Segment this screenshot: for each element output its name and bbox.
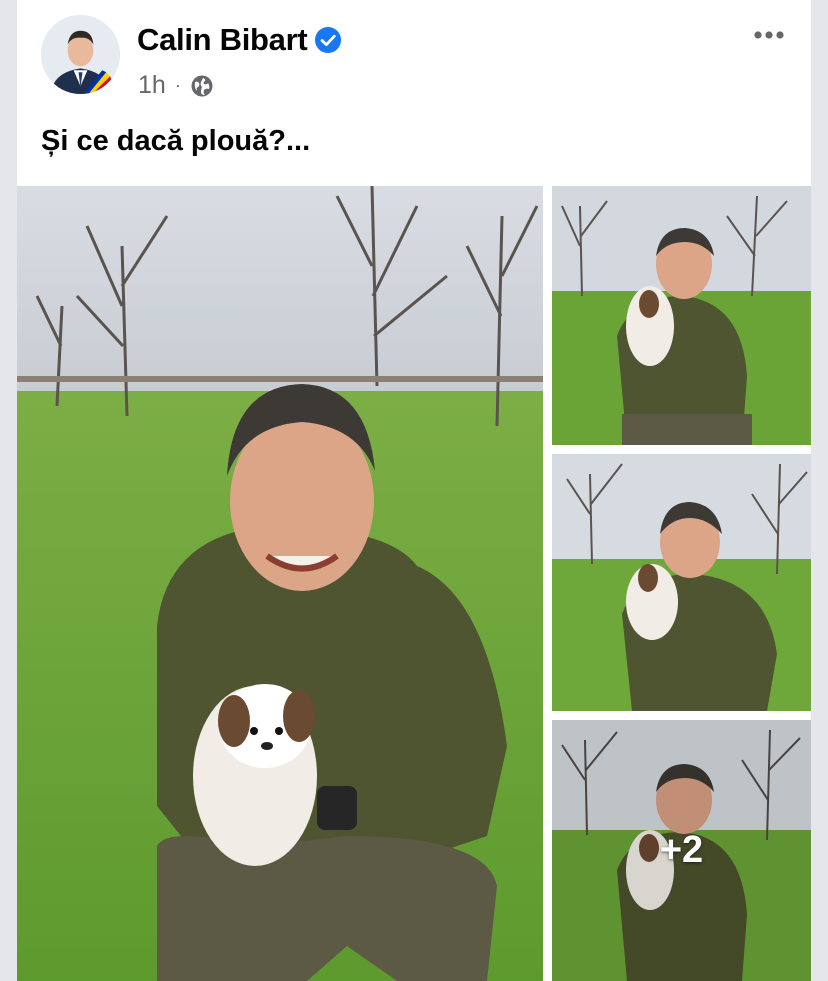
author-name[interactable]: Calin Bibart: [137, 22, 308, 58]
post-card: Calin Bibart 1h · Și ce dacă plouă?... +…: [17, 0, 811, 981]
more-photos-count[interactable]: +2: [552, 720, 811, 981]
post-photo-1[interactable]: [17, 186, 543, 981]
verified-badge-icon: [315, 27, 342, 53]
more-options-icon[interactable]: [749, 22, 789, 48]
post-photo-2[interactable]: [552, 186, 811, 445]
meta-separator: ·: [174, 75, 181, 95]
post-text: Și ce dacă plouă?...: [41, 125, 311, 157]
post-timestamp[interactable]: 1h: [138, 71, 166, 100]
post-photo-4[interactable]: +2: [552, 720, 811, 981]
avatar[interactable]: [41, 15, 120, 94]
post-photo-3[interactable]: [552, 454, 811, 711]
globe-icon[interactable]: [190, 74, 214, 98]
